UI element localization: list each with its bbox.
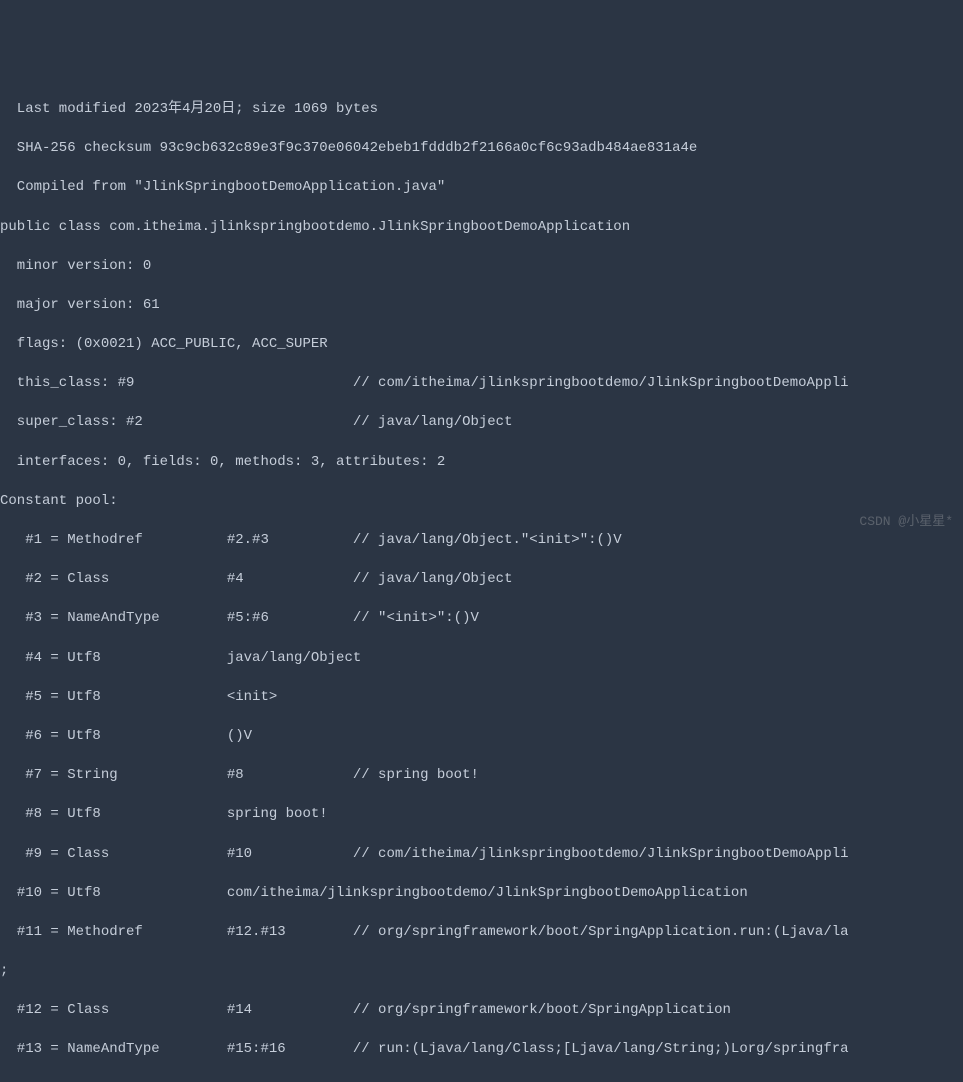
pool-entry: ; [0, 962, 963, 982]
class-decl: public class com.itheima.jlinkspringboot… [0, 218, 963, 238]
constant-pool-header: Constant pool: [0, 492, 963, 512]
interfaces-summary: interfaces: 0, fields: 0, methods: 3, at… [0, 453, 963, 473]
pool-entry: #6 = Utf8 ()V [0, 727, 963, 747]
this-class: this_class: #9 // com/itheima/jlinksprin… [0, 374, 963, 394]
pool-entry: #13 = NameAndType #15:#16 // run:(Ljava/… [0, 1040, 963, 1060]
watermark: CSDN @小星星* [859, 513, 953, 531]
pool-entry: #10 = Utf8 com/itheima/jlinkspringbootde… [0, 884, 963, 904]
pool-entry: #12 = Class #14 // org/springframework/b… [0, 1001, 963, 1021]
pool-entry: #11 = Methodref #12.#13 // org/springfra… [0, 923, 963, 943]
meta-last-modified: Last modified 2023年4月20日; size 1069 byte… [0, 100, 963, 120]
flags: flags: (0x0021) ACC_PUBLIC, ACC_SUPER [0, 335, 963, 355]
major-version: major version: 61 [0, 296, 963, 316]
pool-entry: #7 = String #8 // spring boot! [0, 766, 963, 786]
pool-entry: #3 = NameAndType #5:#6 // "<init>":()V [0, 609, 963, 629]
pool-entry: #4 = Utf8 java/lang/Object [0, 649, 963, 669]
pool-entry: #9 = Class #10 // com/itheima/jlinksprin… [0, 845, 963, 865]
terminal-output: Last modified 2023年4月20日; size 1069 byte… [0, 80, 963, 1082]
pool-entry: #2 = Class #4 // java/lang/Object [0, 570, 963, 590]
meta-sha256: SHA-256 checksum 93c9cb632c89e3f9c370e06… [0, 139, 963, 159]
meta-compiled-from: Compiled from "JlinkSpringbootDemoApplic… [0, 178, 963, 198]
minor-version: minor version: 0 [0, 257, 963, 277]
pool-entry: #14 = Utf8 org/springframework/boot/Spri… [0, 1080, 963, 1082]
pool-entry: #5 = Utf8 <init> [0, 688, 963, 708]
super-class: super_class: #2 // java/lang/Object [0, 413, 963, 433]
pool-entry: #8 = Utf8 spring boot! [0, 805, 963, 825]
